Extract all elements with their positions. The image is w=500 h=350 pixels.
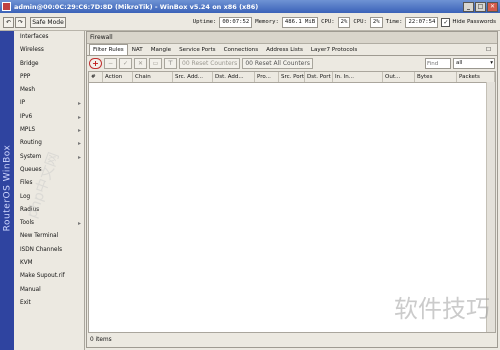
memory-value: 486.1 MiB — [281, 16, 319, 28]
sidebar-item-tools[interactable]: Tools ▸ — [15, 217, 84, 230]
items-count: 0 items — [90, 337, 112, 343]
uptime-label: Uptime: — [192, 19, 217, 25]
close-button[interactable]: ✕ — [487, 1, 498, 12]
firewall-title: Firewall — [87, 32, 497, 44]
disable-rule-button[interactable]: ✕ — [134, 58, 147, 69]
cpu2-label: CPU: — [353, 19, 367, 25]
submenu-arrow-icon: ▸ — [77, 220, 81, 228]
column-packets[interactable]: Packets — [457, 72, 495, 82]
submenu-arrow-icon: ▸ — [77, 100, 81, 108]
tab-address-lists[interactable]: Address Lists — [262, 44, 307, 55]
hide-passwords-toggle[interactable]: ✓ Hide Passwords — [441, 17, 496, 27]
main-toolbar: ↶ ↷ Safe Mode Uptime: 00:07:52 Memory: 4… — [0, 14, 500, 31]
sidebar-item-ppp[interactable]: PPP — [15, 71, 84, 84]
filter-icon[interactable]: ⊤ — [164, 58, 177, 69]
sidebar-item-ip[interactable]: IP ▸ — [15, 97, 84, 110]
sidebar-item-interfaces[interactable]: Interfaces — [15, 31, 84, 44]
memory-label: Memory: — [255, 19, 279, 25]
remove-rule-button[interactable]: − — [104, 58, 117, 69]
column-action[interactable]: Action — [103, 72, 133, 82]
add-rule-button[interactable]: + — [89, 58, 102, 69]
tab-filter-rules[interactable]: Filter Rules — [89, 44, 128, 55]
cpu2-value: 2% — [369, 16, 383, 28]
time-label: Time: — [385, 19, 403, 25]
undo-button[interactable]: ↶ — [3, 16, 14, 28]
sidebar-item-manual[interactable]: Manual — [15, 284, 84, 297]
status-readouts: Uptime: 00:07:52 Memory: 486.1 MiB CPU: … — [192, 16, 500, 28]
tab-nat[interactable]: NAT — [128, 44, 147, 55]
sidebar-item-isdn-channels[interactable]: ISDN Channels — [15, 244, 84, 257]
tab-mangle[interactable]: Mangle — [147, 44, 175, 55]
column-in-interface[interactable]: In. In... — [333, 72, 383, 82]
enable-rule-button[interactable]: ✓ — [119, 58, 132, 69]
submenu-arrow-icon: ▸ — [77, 113, 81, 121]
sidebar-item-routing[interactable]: Routing ▸ — [15, 137, 84, 150]
safe-mode-button[interactable]: Safe Mode — [30, 16, 66, 28]
sidebar-item-mesh[interactable]: Mesh — [15, 84, 84, 97]
sidebar-item-kvm[interactable]: KVM — [15, 257, 84, 270]
tab-connections[interactable]: Connections — [220, 44, 263, 55]
reset-all-counters-button[interactable]: 00 Reset All Counters — [242, 58, 313, 69]
maximize-button[interactable]: □ — [475, 1, 486, 12]
sidebar-item-wireless[interactable]: Wireless — [15, 44, 84, 57]
title-bar: admin@00:0C:29:C6:7D:8D (MikroTik) - Win… — [0, 0, 500, 13]
uptime-value: 00:07:52 — [219, 16, 253, 28]
column-bytes[interactable]: Bytes — [415, 72, 457, 82]
find-input[interactable] — [425, 58, 451, 69]
sidebar-item-make-supout[interactable]: Make Supout.rif — [15, 270, 84, 283]
cpu-value: 2% — [337, 16, 351, 28]
submenu-arrow-icon: ▸ — [77, 153, 81, 161]
column-protocol[interactable]: Pro... — [255, 72, 279, 82]
window-title: admin@00:0C:29:C6:7D:8D (MikroTik) - Win… — [14, 2, 259, 11]
hide-passwords-label: Hide Passwords — [452, 19, 496, 25]
column-out-interface[interactable]: Out... — [383, 72, 415, 82]
scope-select[interactable]: all — [453, 58, 495, 69]
winbox-app-icon — [2, 2, 11, 11]
column-number[interactable]: # — [89, 72, 103, 82]
sidebar-item-exit[interactable]: Exit — [15, 297, 84, 310]
reset-counters-button[interactable]: 00 Reset Counters — [179, 58, 241, 69]
sidebar-item-bridge[interactable]: Bridge — [15, 58, 84, 71]
column-chain[interactable]: Chain — [133, 72, 173, 82]
sidebar-item-new-terminal[interactable]: New Terminal — [15, 230, 84, 243]
minimize-button[interactable]: _ — [463, 1, 474, 12]
brand-strip: RouterOS WinBox — [0, 31, 14, 350]
cpu-label: CPU: — [321, 19, 335, 25]
sidebar-item-mpls[interactable]: MPLS ▸ — [15, 124, 84, 137]
tab-layer7-protocols[interactable]: Layer7 Protocols — [307, 44, 361, 55]
window-controls: _ □ ✕ — [463, 1, 498, 12]
firewall-tabs: Filter Rules NAT Mangle Service Ports Co… — [87, 44, 497, 55]
watermark-text: 软件技巧 — [394, 295, 490, 323]
comment-button[interactable]: ▭ — [149, 58, 162, 69]
window-close-icon[interactable]: ☐ — [482, 44, 495, 55]
sidebar-item-ipv6[interactable]: IPv6 ▸ — [15, 111, 84, 124]
tab-service-ports[interactable]: Service Ports — [175, 44, 219, 55]
redo-button[interactable]: ↷ — [15, 16, 26, 28]
table-header: # Action Chain Src. Add... Dst. Add... P… — [89, 72, 495, 83]
column-dst-port[interactable]: Dst. Port — [305, 72, 333, 82]
column-dst-address[interactable]: Dst. Add... — [213, 72, 255, 82]
column-src-port[interactable]: Src. Port — [279, 72, 305, 82]
hide-passwords-checkbox[interactable]: ✓ — [441, 17, 451, 27]
column-src-address[interactable]: Src. Add... — [173, 72, 213, 82]
submenu-arrow-icon: ▸ — [77, 140, 81, 148]
find-controls: all — [425, 58, 495, 69]
brand-logo-text: RouterOS WinBox — [2, 144, 13, 232]
firewall-action-bar: + − ✓ ✕ ▭ ⊤ 00 Reset Counters 00 Reset A… — [87, 55, 497, 71]
time-value: 22:07:54 — [405, 16, 439, 28]
submenu-arrow-icon: ▸ — [77, 127, 81, 135]
